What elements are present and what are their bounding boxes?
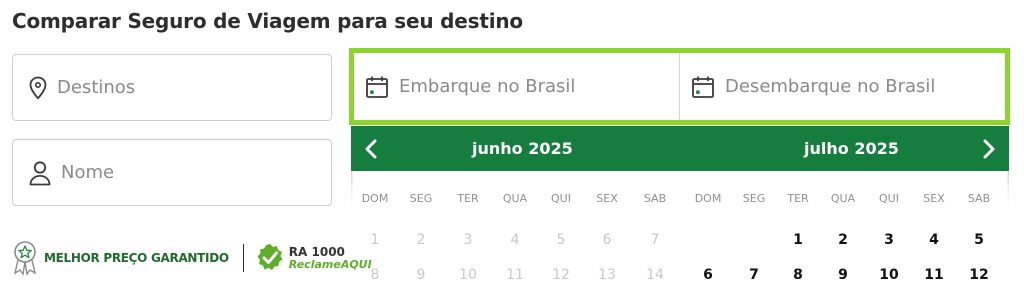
calendar-day[interactable]: 1: [780, 232, 816, 248]
right-month-title: julho 2025: [804, 139, 899, 158]
weekday-label: SEX: [596, 192, 618, 205]
destinations-field[interactable]: Destinos: [12, 54, 332, 121]
departure-date-field[interactable]: Embarque no Brasil: [354, 53, 679, 120]
calendar-icon: [692, 76, 714, 98]
weekday-label: TER: [457, 192, 479, 205]
calendar-day[interactable]: 2: [825, 232, 861, 248]
award-ribbon-icon: [13, 241, 37, 276]
calendar-day[interactable]: 8: [780, 267, 816, 283]
calendar-day-disabled: 5: [556, 232, 566, 248]
weekday-label: QUA: [830, 192, 856, 205]
calendar-day-disabled: 14: [646, 267, 664, 283]
verified-seal-icon: [257, 244, 283, 270]
calendar-day-disabled: 13: [598, 267, 616, 283]
calendar-day-disabled: 3: [463, 232, 473, 248]
return-placeholder: Desembarque no Brasil: [725, 76, 936, 97]
reclameaqui-logo-text: ReclameAQUI: [288, 257, 372, 271]
best-price-badge-text: MELHOR PREÇO GARANTIDO: [44, 251, 229, 265]
calendar-day-disabled: 2: [416, 232, 426, 248]
location-pin-icon: [29, 76, 47, 100]
weekday-label: QUI: [551, 192, 571, 205]
name-field[interactable]: Nome: [12, 139, 332, 206]
calendar-day[interactable]: 12: [961, 267, 997, 283]
name-placeholder: Nome: [61, 162, 115, 183]
weekday-label: DOM: [694, 192, 722, 205]
calendar-day[interactable]: 10: [871, 267, 907, 283]
weekday-label: SEG: [742, 192, 766, 205]
badge-divider: [242, 244, 244, 272]
weekday-label: SEX: [923, 192, 945, 205]
calendar-day[interactable]: 7: [736, 267, 772, 283]
weekday-label: QUA: [502, 192, 528, 205]
calendar-day[interactable]: 6: [690, 267, 726, 283]
weekday-label: SAB: [643, 192, 667, 205]
calendar-day[interactable]: 4: [916, 232, 952, 248]
calendar-day-disabled: 6: [602, 232, 612, 248]
calendar-day-disabled: 11: [506, 267, 524, 283]
next-month-icon[interactable]: [978, 138, 998, 160]
previous-month-icon[interactable]: [362, 138, 382, 160]
weekday-label: TER: [787, 192, 809, 205]
trust-badges: MELHOR PREÇO GARANTIDO RA 1000 ReclameAQ…: [12, 238, 372, 278]
calendar-day-disabled: 10: [459, 267, 477, 283]
calendar-icon: [366, 76, 388, 98]
user-icon: [29, 160, 51, 185]
travel-dates-selector: Embarque no Brasil Desembarque no Brasil: [349, 48, 1010, 125]
return-date-field[interactable]: Desembarque no Brasil: [679, 53, 1005, 120]
page-title: Comparar Seguro de Viagem para seu desti…: [12, 9, 523, 33]
calendar-day[interactable]: 5: [961, 232, 997, 248]
weekday-label: SEG: [409, 192, 433, 205]
calendar-day-disabled: 9: [416, 267, 426, 283]
calendar-day-disabled: 7: [650, 232, 660, 248]
weekday-label: DOM: [361, 192, 389, 205]
calendar-day[interactable]: 3: [871, 232, 907, 248]
calendar-day[interactable]: 11: [916, 267, 952, 283]
calendar-header: junho 2025 julho 2025: [351, 126, 1009, 171]
destinations-placeholder: Destinos: [57, 77, 136, 98]
weekday-label: SAB: [967, 192, 991, 205]
weekday-label: QUI: [879, 192, 899, 205]
ra-score: RA 1000: [288, 244, 345, 259]
left-month-title: junho 2025: [472, 139, 573, 158]
calendar-day-disabled: 12: [552, 267, 570, 283]
departure-placeholder: Embarque no Brasil: [399, 76, 576, 97]
reclameaqui-badge: RA 1000 ReclameAQUI: [289, 246, 372, 270]
calendar-day[interactable]: 9: [825, 267, 861, 283]
calendar-day-disabled: 4: [510, 232, 520, 248]
